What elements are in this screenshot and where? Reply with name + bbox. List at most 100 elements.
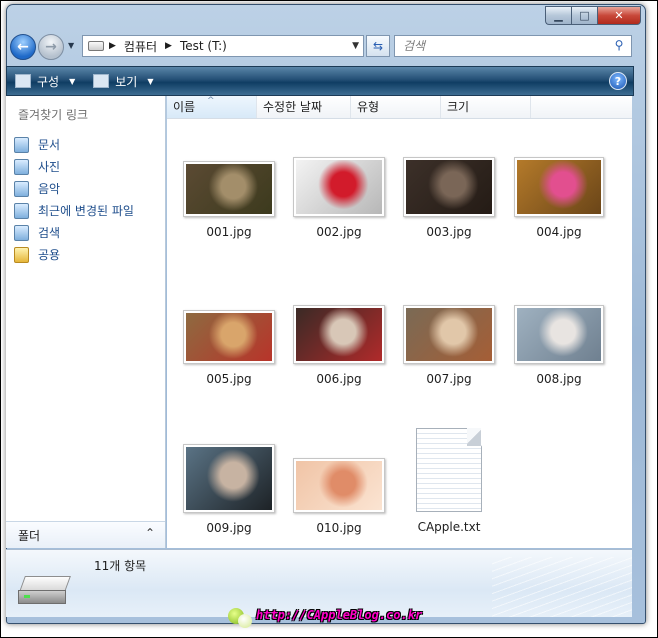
favorite-link-label: 문서 xyxy=(38,138,61,152)
public-folder-icon xyxy=(14,246,29,263)
image-thumbnail xyxy=(293,157,385,217)
sort-ascending-icon: ^ xyxy=(207,96,215,106)
favorite-link-pictures[interactable]: 사진 xyxy=(14,158,60,175)
column-header-label: 크기 xyxy=(447,100,470,114)
file-name: 001.jpg xyxy=(206,225,252,239)
forward-button[interactable]: → xyxy=(38,34,64,60)
image-thumbnail xyxy=(293,458,385,513)
window-controls: ▁ □ ✕ xyxy=(545,6,641,25)
image-thumbnail xyxy=(183,161,275,217)
favorite-links-title: 즐겨찾기 링크 xyxy=(18,108,89,122)
image-thumbnail xyxy=(293,305,385,364)
file-name: 004.jpg xyxy=(536,225,582,239)
favorite-link-documents[interactable]: 문서 xyxy=(14,136,60,153)
organize-label: 구성 xyxy=(37,74,60,89)
blog-watermark: http://CAppleBlog.co.kr xyxy=(228,606,448,634)
maximize-button[interactable]: □ xyxy=(571,6,597,25)
decorative-swoosh xyxy=(492,557,632,617)
column-header-label: 유형 xyxy=(357,100,380,114)
image-thumbnail xyxy=(514,157,604,217)
column-header-label: 이름 xyxy=(173,100,196,114)
item-count: 11개 항목 xyxy=(94,559,147,573)
file-item[interactable]: 009.jpg xyxy=(179,444,279,535)
file-item[interactable]: CApple.txt xyxy=(399,428,499,534)
back-arrow-icon: ← xyxy=(17,39,29,55)
text-document-icon xyxy=(416,428,482,512)
favorite-link-label: 최근에 변경된 파일 xyxy=(38,204,134,218)
file-item[interactable]: 004.jpg xyxy=(509,157,609,239)
search-folder-icon xyxy=(14,224,29,241)
column-header-size[interactable]: 크기 xyxy=(441,96,531,118)
file-item[interactable]: 002.jpg xyxy=(289,157,389,239)
favorite-link-label: 검색 xyxy=(38,226,61,240)
file-name: 007.jpg xyxy=(426,372,472,386)
file-name: 006.jpg xyxy=(316,372,362,386)
drive-icon xyxy=(88,41,104,51)
organize-button[interactable]: 구성 ▼ xyxy=(15,73,75,90)
file-name: 002.jpg xyxy=(316,225,362,239)
chevron-up-icon: ⌃ xyxy=(144,526,155,540)
folders-toggle[interactable]: 폴더 ⌃ xyxy=(6,521,165,548)
file-item[interactable]: 010.jpg xyxy=(289,458,389,535)
favorite-link-recent[interactable]: 최근에 변경된 파일 xyxy=(14,202,134,219)
search-icon[interactable]: ⚲ xyxy=(611,38,627,54)
navigation-pane: 즐겨찾기 링크 문서 사진 음악 최근에 변경된 파일 검색 공용 폴더 ⌃ xyxy=(6,96,166,548)
navigation-bar: ← → ▼ ▶ 컴퓨터 ▶ Test (T:) ▼ ⇆ ⚲ xyxy=(6,32,632,60)
image-thumbnail xyxy=(514,305,604,364)
file-item[interactable]: 001.jpg xyxy=(179,161,279,239)
close-button[interactable]: ✕ xyxy=(597,6,641,25)
breadcrumb-chevron-icon[interactable]: ▶ xyxy=(165,41,172,51)
help-icon: ? xyxy=(614,74,622,88)
pictures-icon xyxy=(14,158,29,175)
search-box[interactable]: ⚲ xyxy=(394,35,632,57)
watermark-url: http://CAppleBlog.co.kr xyxy=(256,608,423,622)
breadcrumb-chevron-icon[interactable]: ▶ xyxy=(109,41,116,51)
history-dropdown-icon[interactable]: ▼ xyxy=(68,41,74,50)
favorite-link-music[interactable]: 음악 xyxy=(14,180,60,197)
image-thumbnail xyxy=(183,444,275,513)
address-bar[interactable]: ▶ 컴퓨터 ▶ Test (T:) ▼ xyxy=(82,35,364,57)
file-item[interactable]: 005.jpg xyxy=(179,310,279,386)
favorite-link-label: 사진 xyxy=(38,160,61,174)
hard-drive-icon xyxy=(16,576,72,606)
column-header-name[interactable]: ^ 이름 xyxy=(167,96,257,118)
refresh-button[interactable]: ⇆ xyxy=(366,35,390,57)
apple-logo-icon xyxy=(238,614,252,628)
minimize-icon: ▁ xyxy=(554,9,563,22)
organize-icon xyxy=(15,74,31,88)
breadcrumb-current-drive[interactable]: Test (T:) xyxy=(180,39,227,53)
favorite-link-label: 공용 xyxy=(38,248,61,262)
help-button[interactable]: ? xyxy=(609,72,627,90)
music-icon xyxy=(14,180,29,197)
file-item[interactable]: 008.jpg xyxy=(509,305,609,386)
chevron-down-icon: ▼ xyxy=(69,76,76,86)
folders-label: 폴더 xyxy=(18,529,41,543)
file-name: 010.jpg xyxy=(316,521,362,535)
minimize-button[interactable]: ▁ xyxy=(545,6,571,25)
image-thumbnail xyxy=(183,310,275,364)
documents-icon xyxy=(14,136,29,153)
file-item[interactable]: 006.jpg xyxy=(289,305,389,386)
favorite-link-label: 음악 xyxy=(38,182,61,196)
column-header-date-modified[interactable]: 수정한 날짜 xyxy=(257,96,351,118)
breadcrumb-computer[interactable]: 컴퓨터 xyxy=(124,38,157,55)
maximize-icon: □ xyxy=(579,9,590,22)
file-name: 005.jpg xyxy=(206,372,252,386)
chevron-down-icon: ▼ xyxy=(147,76,154,86)
image-thumbnail xyxy=(403,157,495,217)
file-item[interactable]: 003.jpg xyxy=(399,157,499,239)
address-dropdown-icon[interactable]: ▼ xyxy=(352,41,359,51)
file-name: 008.jpg xyxy=(536,372,582,386)
file-list-pane: ^ 이름 수정한 날짜 유형 크기 001.jpg 002.jpg 003.jp… xyxy=(167,96,632,548)
views-button[interactable]: 보기 ▼ xyxy=(93,73,154,90)
file-name: CApple.txt xyxy=(417,520,481,534)
favorite-link-public[interactable]: 공용 xyxy=(14,246,60,263)
file-item[interactable]: 007.jpg xyxy=(399,305,499,386)
close-icon: ✕ xyxy=(614,9,624,22)
favorite-link-searches[interactable]: 검색 xyxy=(14,224,60,241)
column-header-type[interactable]: 유형 xyxy=(351,96,441,118)
file-name: 003.jpg xyxy=(426,225,472,239)
search-input[interactable] xyxy=(401,38,610,54)
file-name: 009.jpg xyxy=(206,521,252,535)
back-button[interactable]: ← xyxy=(10,34,36,60)
